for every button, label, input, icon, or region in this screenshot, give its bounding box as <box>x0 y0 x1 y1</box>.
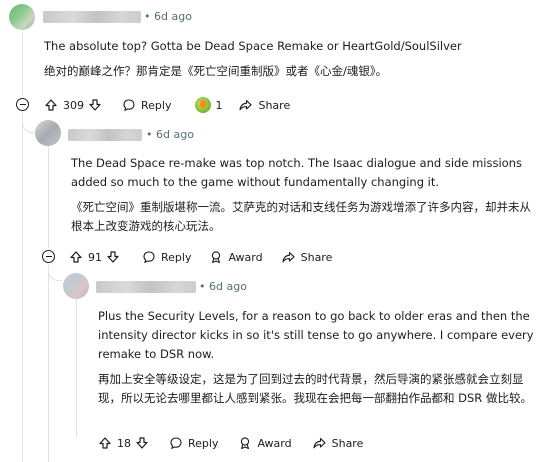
username-blurred[interactable] <box>68 129 142 141</box>
thread-line-level-1-lower <box>22 112 23 462</box>
thread-line-level-2-lower <box>48 265 49 462</box>
comment-text-zh: 《死亡空间》重制版堪称一流。艾萨克的对话和支线任务为游戏增添了许多内容，却并未从… <box>71 200 531 233</box>
comment-body: The absolute top? Gotta be Dead Space Re… <box>44 37 534 81</box>
reply-label: Reply <box>141 98 172 112</box>
upvote-icon[interactable] <box>98 436 112 450</box>
award-count: 1 <box>215 98 223 112</box>
user-avatar[interactable] <box>63 273 89 299</box>
thread-line-level-1 <box>22 32 23 96</box>
user-avatar[interactable] <box>9 4 35 30</box>
share-icon <box>281 250 296 264</box>
thread-branch-level-3 <box>48 266 62 281</box>
username-blurred[interactable] <box>43 11 141 23</box>
downvote-icon[interactable] <box>135 436 149 450</box>
comment-meta: • 6d ago <box>146 128 194 141</box>
vote-count: 91 <box>88 250 102 264</box>
comment-bubble-icon <box>122 98 136 112</box>
thread-branch-level-2 <box>22 118 36 133</box>
vote-count: 18 <box>117 436 131 450</box>
comment-text-en: The absolute top? Gotta be Dead Space Re… <box>44 39 462 53</box>
share-label: Share <box>331 436 364 450</box>
comment-text-zh: 绝对的巅峰之作？那肯定是《死亡空间重制版》或者《心金/魂银》。 <box>44 64 388 78</box>
comment-meta: • 6d ago <box>199 280 247 293</box>
comment-timestamp[interactable]: 6d ago <box>154 10 192 23</box>
share-icon <box>238 98 253 112</box>
comment-actions: 18 Reply Award Share <box>98 434 377 452</box>
comment-timestamp[interactable]: 6d ago <box>156 128 194 141</box>
award-badge-icon <box>195 97 212 113</box>
share-label: Share <box>300 250 333 264</box>
downvote-icon[interactable] <box>106 250 120 264</box>
share-button[interactable]: Share <box>312 436 364 450</box>
reply-label: Reply <box>188 436 219 450</box>
thread-line-level-2 <box>48 146 49 248</box>
collapse-thread-button[interactable] <box>42 250 55 263</box>
reply-button[interactable]: Reply <box>169 436 218 450</box>
upvote-icon[interactable] <box>44 98 58 112</box>
downvote-icon[interactable] <box>88 98 102 112</box>
comment-meta: • 6d ago <box>144 10 192 23</box>
comment-bubble-icon <box>142 250 156 264</box>
share-label: Share <box>258 98 291 112</box>
comment-bubble-icon <box>169 436 183 450</box>
upvote-icon[interactable] <box>69 250 83 264</box>
comment-text-en: Plus the Security Levels, for a reason t… <box>98 309 534 361</box>
award-label: Award <box>228 250 263 264</box>
reply-button[interactable]: Reply <box>142 250 191 264</box>
comment-actions: 309 Reply 1 Share <box>44 96 304 114</box>
award-label: Award <box>257 436 292 450</box>
vote-group: 309 <box>44 98 102 112</box>
share-button[interactable]: Share <box>238 98 290 112</box>
comment-timestamp[interactable]: 6d ago <box>209 280 247 293</box>
comment-actions: 91 Reply Award Share <box>69 248 346 266</box>
award-button[interactable]: Award <box>238 436 292 450</box>
username-blurred[interactable] <box>96 281 196 293</box>
reply-label: Reply <box>161 250 192 264</box>
vote-count: 309 <box>63 98 84 112</box>
comment-body: Plus the Security Levels, for a reason t… <box>98 307 538 408</box>
award-icon <box>238 436 252 450</box>
award-icon <box>209 250 223 264</box>
thread-line-level-3 <box>76 298 77 438</box>
comment-text-en: The Dead Space re-make was top notch. Th… <box>71 156 522 189</box>
vote-group: 18 <box>98 436 149 450</box>
reply-button[interactable]: Reply <box>122 98 171 112</box>
comment-text-zh: 再加上安全等级设定，这是为了回到过去的时代背景，然后导演的紧张感就会立刻显现，所… <box>98 372 532 405</box>
user-avatar[interactable] <box>35 120 61 146</box>
comment-body: The Dead Space re-make was top notch. Th… <box>71 154 536 236</box>
award-button[interactable]: 1 <box>195 97 222 113</box>
share-button[interactable]: Share <box>281 250 333 264</box>
vote-group: 91 <box>69 250 120 264</box>
collapse-thread-button[interactable] <box>16 98 29 111</box>
award-button[interactable]: Award <box>209 250 263 264</box>
share-icon <box>312 436 327 450</box>
